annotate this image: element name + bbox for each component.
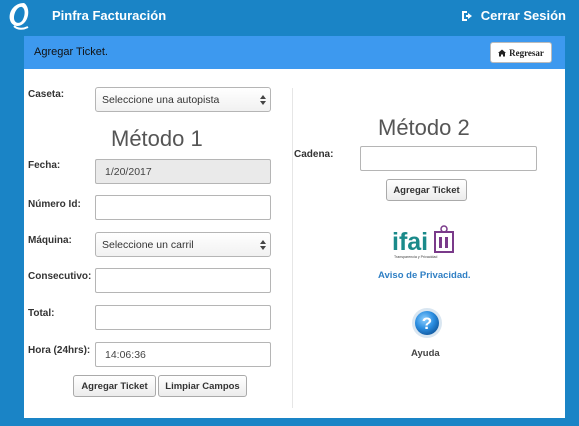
consecutivo-label: Consecutivo: (28, 271, 92, 282)
total-label: Total: (28, 308, 55, 319)
caseta-select[interactable]: Seleccione una autopista (95, 87, 271, 112)
method2-title: Método 2 (378, 115, 470, 140)
hora-value: 14:06:36 (105, 348, 146, 361)
help-label[interactable]: Ayuda (411, 348, 440, 359)
home-icon (498, 49, 507, 56)
panel-header: Agregar Ticket. Regresar (24, 36, 565, 69)
hora-label: Hora (24hrs): (28, 345, 91, 356)
fecha-value: 1/20/2017 (105, 165, 152, 178)
method1-title: Método 1 (111, 126, 203, 151)
caseta-value: Seleccione una autopista (102, 93, 220, 106)
logout-button[interactable]: Cerrar Sesión (461, 8, 566, 23)
maquina-label: Máquina: (28, 235, 72, 246)
select-caret-icon (260, 95, 266, 105)
add-ticket-button-method1[interactable]: Agregar Ticket (73, 375, 156, 397)
cadena-input[interactable] (360, 146, 537, 171)
ticket-panel: Agregar Ticket. Regresar Caseta: Selecci… (24, 36, 565, 418)
fecha-label: Fecha: (28, 160, 61, 171)
add-ticket-label: Agregar Ticket (81, 380, 148, 392)
app-title: Pinfra Facturación (52, 8, 167, 23)
consecutivo-input[interactable] (95, 268, 271, 293)
total-input[interactable] (95, 305, 271, 330)
maquina-select[interactable]: Seleccione un carril (95, 232, 271, 257)
select-caret-icon (260, 240, 266, 250)
app-logo-icon[interactable] (4, 0, 34, 31)
svg-text:?: ? (422, 314, 432, 333)
numero-id-input[interactable] (95, 195, 271, 220)
panel-title: Agregar Ticket. (34, 46, 108, 58)
caseta-label: Caseta: (28, 89, 65, 100)
add-ticket-button-method2[interactable]: Agregar Ticket (386, 179, 467, 201)
back-label: Regresar (509, 47, 544, 58)
add-ticket-label: Agregar Ticket (393, 184, 460, 196)
privacy-notice-link[interactable]: Aviso de Privacidad. (378, 270, 471, 281)
column-divider (292, 88, 293, 408)
hora-input[interactable]: 14:06:36 (95, 342, 271, 367)
ifai-logo[interactable]: ifai Transparencia y Privacidad (372, 224, 462, 262)
fecha-field: 1/20/2017 (95, 159, 271, 184)
numero-id-label: Número Id: (28, 199, 81, 210)
ifai-logo-text: ifai (392, 228, 428, 256)
cadena-label: Cadena: (294, 149, 334, 160)
help-icon[interactable]: ? (411, 307, 443, 339)
back-button[interactable]: Regresar (490, 42, 552, 63)
logout-icon (461, 10, 472, 21)
top-navbar: Pinfra Facturación Cerrar Sesión (0, 0, 579, 31)
clear-fields-button[interactable]: Limpiar Campos (158, 375, 247, 397)
ifai-logo-subtext: Transparencia y Privacidad (394, 255, 437, 259)
maquina-value: Seleccione un carril (102, 238, 194, 251)
logout-label: Cerrar Sesión (480, 8, 566, 23)
clear-fields-label: Limpiar Campos (165, 380, 240, 392)
